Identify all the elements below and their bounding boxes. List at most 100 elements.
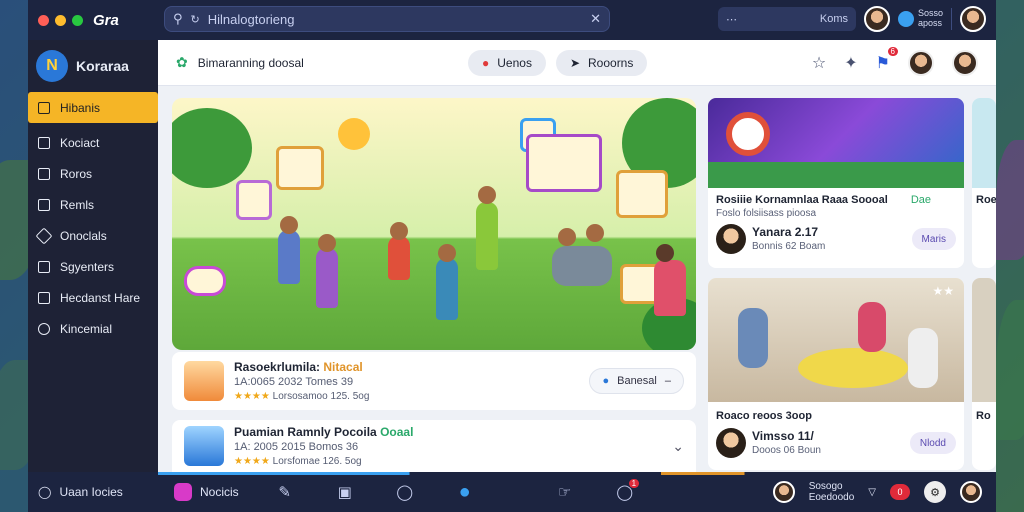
sidebar-item-label: Sgyenters <box>60 259 115 274</box>
event-card[interactable]: ★★ Roaco reoos 3oop Vimsso 11/ Dooos 06 … <box>708 278 964 470</box>
account-switcher[interactable]: ⋯ Koms <box>717 7 856 31</box>
folder-icon <box>38 101 50 114</box>
home-icon <box>38 260 50 273</box>
user-menu[interactable]: ◯ Uaan Iocies <box>28 485 158 499</box>
table-illustration <box>798 348 908 388</box>
child-figure <box>316 248 338 308</box>
activity-rating: ★★★★ Lorsosamoo 125. 5og <box>234 390 370 402</box>
activity-tag: Ooaal <box>380 424 414 439</box>
rating-text: Lorsfomae 126. 5og <box>272 455 362 467</box>
join-button[interactable]: Nlodd <box>909 432 956 454</box>
event-title: Rosiiie Kornamnlaa Raaa Soooal Dae <box>716 194 956 206</box>
adult-head <box>656 244 674 262</box>
minimize-window-button[interactable] <box>55 14 66 26</box>
event-title: Ro <box>976 410 991 422</box>
notification-badge[interactable]: Sosso aposs <box>897 8 943 29</box>
active-app[interactable]: Nocicis <box>174 483 239 501</box>
tag-icon <box>35 227 53 244</box>
close-window-button[interactable] <box>38 14 49 26</box>
event-card[interactable]: Rosiiie Kornamnlaa Raaa Soooal Dae Foslo… <box>708 98 964 268</box>
profile-avatar[interactable] <box>960 6 986 32</box>
share-icon[interactable]: ⚑ 6 <box>876 46 898 73</box>
sidebar-item-hibanis[interactable]: Hibanis <box>28 92 158 123</box>
star-icon[interactable]: ★★ <box>932 284 954 298</box>
join-button[interactable]: Maris <box>911 228 956 250</box>
avatar[interactable] <box>772 481 795 503</box>
child-head <box>280 216 298 234</box>
avatar[interactable] <box>952 49 978 76</box>
activity-card[interactable]: Puamian Ramnly Pocoila Ooaal 1A: 2005 20… <box>172 420 696 472</box>
star-icon[interactable]: ☆ <box>812 53 826 73</box>
event-card-peek[interactable]: Ro <box>972 278 996 470</box>
child-figure <box>476 202 498 270</box>
sidebar-item-label: Kociact <box>60 135 100 150</box>
host-sub: Bonnis 62 Boam <box>752 241 826 253</box>
bottom-taskbar: ◯ Uaan Iocies Nocicis ✎ ▣ ◯ ● ☞ ◯ 1 Soso… <box>28 472 996 512</box>
search-input[interactable]: Hilnalogtorieng <box>208 12 582 27</box>
avatar[interactable] <box>863 6 890 32</box>
sidebar-item-kociact[interactable]: Kociact <box>28 127 158 158</box>
sidebar-item-kincemial[interactable]: Kincemial <box>28 313 158 344</box>
event-title: Roaco reoos 3oop <box>716 410 812 422</box>
progress-indicator <box>158 472 996 475</box>
adult-head <box>586 224 604 242</box>
edit-icon[interactable]: ✎ <box>255 483 315 501</box>
content-header: ✿ Bimaranning doosal ● Uenos ➤ Rooorns ☆… <box>158 40 996 86</box>
profile-avatar[interactable] <box>960 481 982 503</box>
event-host: Yanara 2.17 Bonnis 62 Boam Maris <box>716 224 956 254</box>
settings-icon[interactable]: ⚙ <box>924 481 946 503</box>
user-menu-label: Uaan Iocies <box>59 485 123 499</box>
chat-icon: ◯ <box>38 485 52 499</box>
alert-badge[interactable]: 0 <box>890 484 910 500</box>
mascot-illustration <box>726 112 770 156</box>
chevron-down-icon[interactable]: ⌄ <box>672 438 684 455</box>
sidebar-item-remls[interactable]: Remls <box>28 189 158 220</box>
filter-chip[interactable]: ● Uenos <box>468 49 546 76</box>
sidebar-brand[interactable]: N Koraraa <box>28 40 158 92</box>
adult-figure <box>552 246 612 286</box>
sidebar-item-label: Roros <box>60 166 93 181</box>
sidebar-item-onoclals[interactable]: Onoclals <box>28 220 158 251</box>
sidebar-item-hecdanst-hare[interactable]: Hecdanst Hare <box>28 282 158 313</box>
sidebar-item-label: Hibanis <box>60 100 101 115</box>
window-titlebar: Gra ⚲ ↻ Hilnalogtorieng ✕ ⋯ Koms Sosso a… <box>28 0 996 40</box>
search-bar[interactable]: ⚲ ↻ Hilnalogtorieng ✕ <box>164 6 610 32</box>
event-image: ★★ <box>708 278 964 402</box>
background-leaf <box>996 300 1024 440</box>
photo-frame <box>276 146 324 190</box>
clear-search-icon[interactable]: ✕ <box>590 11 601 27</box>
activity-thumbnail <box>184 361 224 401</box>
event-image <box>972 98 996 188</box>
divider <box>951 8 952 30</box>
sidebar-item-sgyenters[interactable]: Sgyenters <box>28 251 158 282</box>
message-icon[interactable]: ◯ <box>375 483 435 501</box>
background-leaf <box>996 140 1024 260</box>
hero-illustration[interactable] <box>172 98 696 350</box>
sidebar-item-label: Kincemial <box>60 321 113 336</box>
location-button[interactable]: ● Banesal – <box>589 368 684 394</box>
sidebar-item-roros[interactable]: Roros <box>28 158 158 189</box>
top-right-tools: ⋯ Koms Sosso aposs <box>717 6 986 32</box>
event-card-peek[interactable]: Roe <box>972 98 996 268</box>
dropdown-icon[interactable]: ▽ <box>868 487 876 498</box>
sidebar-item-label: Remls <box>60 197 95 212</box>
home-icon[interactable]: ● <box>435 481 495 504</box>
status-line: Sosogo <box>808 480 843 492</box>
tag-icon: ● <box>482 55 490 70</box>
square-icon <box>38 198 50 211</box>
square-icon <box>38 167 50 180</box>
maximize-window-button[interactable] <box>72 14 83 26</box>
activity-title: Puamian Ramnly Pocoila <box>234 424 377 439</box>
host-name: Vimsso 11/ <box>752 428 814 443</box>
avatar[interactable] <box>908 49 934 76</box>
location-label: Banesal <box>617 375 657 387</box>
adult-figure <box>654 260 686 316</box>
hand-icon[interactable]: ☞ <box>535 483 595 501</box>
activity-card[interactable]: Rasoekrlumila: Nitacal 1A:0065 2032 Tome… <box>172 352 696 410</box>
notification-icon[interactable]: ◯ 1 <box>595 479 655 501</box>
activity-meta: 1A: 2005 2015 Bomos 36 <box>234 440 359 453</box>
menu-dots-icon: ⋯ <box>725 13 737 26</box>
filter-chip[interactable]: ➤ Rooorns <box>555 49 648 76</box>
pin-icon[interactable]: ✦ <box>844 53 857 73</box>
record-icon[interactable]: ▣ <box>315 483 375 501</box>
